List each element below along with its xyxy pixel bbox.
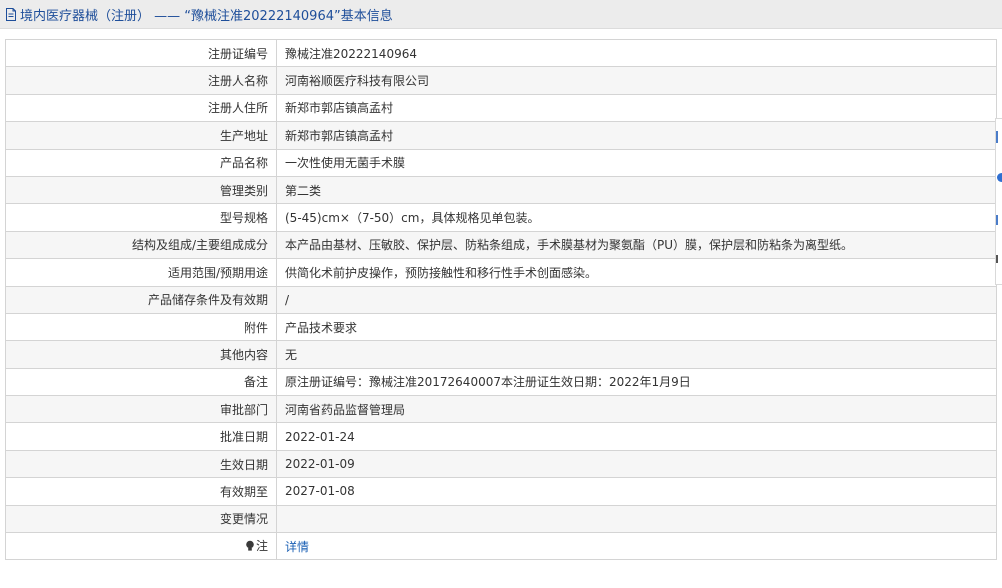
table-row: 生产地址 新郑市郭店镇高孟村 xyxy=(5,121,997,150)
table-row: 适用范围/预期用途 供简化术前护皮操作，预防接触性和移行性手术创面感染。 xyxy=(5,258,997,287)
table-row: 批准日期 2022-01-24 xyxy=(5,422,997,451)
side-toolbar xyxy=(995,118,1002,285)
field-label: 生效日期 xyxy=(5,449,277,479)
toolbar-button-2[interactable] xyxy=(996,171,1002,185)
page-header: 境内医疗器械（注册） —— “豫械注准20222140964”基本信息 xyxy=(0,0,1002,29)
field-value: 河南裕顺医疗科技有限公司 xyxy=(276,66,997,95)
detail-table: 注册证编号 豫械注准20222140964 注册人名称 河南裕顺医疗科技有限公司 注册人… xyxy=(5,38,997,561)
field-value: / xyxy=(276,285,997,314)
table-row: 结构及组成/主要组成成分 本产品由基材、压敏胶、保护层、防粘条组成，手术膜基材为聚… xyxy=(5,230,997,260)
field-value: 第二类 xyxy=(276,175,997,205)
table-row: 产品储存条件及有效期 / xyxy=(5,285,997,314)
field-label: 型号规格 xyxy=(5,203,277,232)
field-value: 无 xyxy=(276,340,997,369)
field-label: 其他内容 xyxy=(5,340,277,369)
field-value: 新郑市郭店镇高孟村 xyxy=(276,93,997,123)
note-value-cell: 详情 xyxy=(276,532,997,561)
field-label: 批准日期 xyxy=(5,422,277,451)
toolbar-button-1[interactable] xyxy=(996,131,1002,143)
toolbar-button-4[interactable] xyxy=(996,255,1002,263)
field-value: 产品技术要求 xyxy=(276,312,997,342)
table-row: 注册证编号 豫械注准20222140964 xyxy=(5,38,997,68)
toolbar-button-3[interactable] xyxy=(996,215,1002,225)
field-label: 附件 xyxy=(5,312,277,342)
details-link[interactable]: 详情 xyxy=(285,540,309,554)
field-label: 变更情况 xyxy=(5,504,277,534)
table-row: 注册人名称 河南裕顺医疗科技有限公司 xyxy=(5,66,997,95)
field-label: 产品名称 xyxy=(5,148,277,177)
field-label: 注册证编号 xyxy=(5,38,277,68)
field-value: 原注册证编号：豫械注准20172640007本注册证生效日期：2022年1月9日 xyxy=(276,367,997,397)
field-value: (5-45)cm×（7-50）cm，具体规格见单包装。 xyxy=(276,203,997,232)
field-value: 新郑市郭店镇高孟村 xyxy=(276,121,997,150)
field-value: 河南省药品监督管理局 xyxy=(276,395,997,424)
field-value: 2022-01-09 xyxy=(276,449,997,479)
field-label: 注册人住所 xyxy=(5,93,277,123)
table-row: 附件 产品技术要求 xyxy=(5,312,997,342)
field-label: 注册人名称 xyxy=(5,66,277,95)
field-label: 备注 xyxy=(5,367,277,397)
table-row: 管理类别 第二类 xyxy=(5,175,997,205)
field-value: 2022-01-24 xyxy=(276,422,997,451)
field-value: 2027-01-08 xyxy=(276,477,997,506)
page-title: 境内医疗器械（注册） —— “豫械注准20222140964”基本信息 xyxy=(20,8,393,24)
field-label: 管理类别 xyxy=(5,175,277,205)
table-row: 有效期至 2027-01-08 xyxy=(5,477,997,506)
table-row: 注册人住所 新郑市郭店镇高孟村 xyxy=(5,93,997,123)
field-label: 审批部门 xyxy=(5,395,277,424)
note-label: 注 xyxy=(255,539,268,554)
field-value: 豫械注准20222140964 xyxy=(276,38,997,68)
field-value: 本产品由基材、压敏胶、保护层、防粘条组成，手术膜基材为聚氨酯（PU）膜，保护层和… xyxy=(276,230,997,260)
field-label: 产品储存条件及有效期 xyxy=(5,285,277,314)
field-label: 结构及组成/主要组成成分 xyxy=(5,230,277,260)
field-label: 生产地址 xyxy=(5,121,277,150)
table-row: 生效日期 2022-01-09 xyxy=(5,449,997,479)
field-value: 一次性使用无菌手术膜 xyxy=(276,148,997,177)
table-row-note: 注 详情 xyxy=(5,532,997,561)
table-row: 其他内容无 xyxy=(5,340,997,369)
field-value: 供简化术前护皮操作，预防接触性和移行性手术创面感染。 xyxy=(276,258,997,287)
document-icon xyxy=(4,7,18,21)
table-row: 审批部门 河南省药品监督管理局 xyxy=(5,395,997,424)
field-value xyxy=(276,504,997,534)
field-label: 有效期至 xyxy=(5,477,277,506)
table-row: 产品名称 一次性使用无菌手术膜 xyxy=(5,148,997,177)
table-row: 变更情况 xyxy=(5,504,997,534)
table-row: 型号规格 (5-45)cm×（7-50）cm，具体规格见单包装。 xyxy=(5,203,997,232)
field-label: 适用范围/预期用途 xyxy=(5,258,277,287)
note-label-cell: 注 xyxy=(5,532,277,561)
lightbulb-icon xyxy=(245,540,255,555)
table-row: 备注 原注册证编号：豫械注准20172640007本注册证生效日期：2022年1月… xyxy=(5,367,997,397)
